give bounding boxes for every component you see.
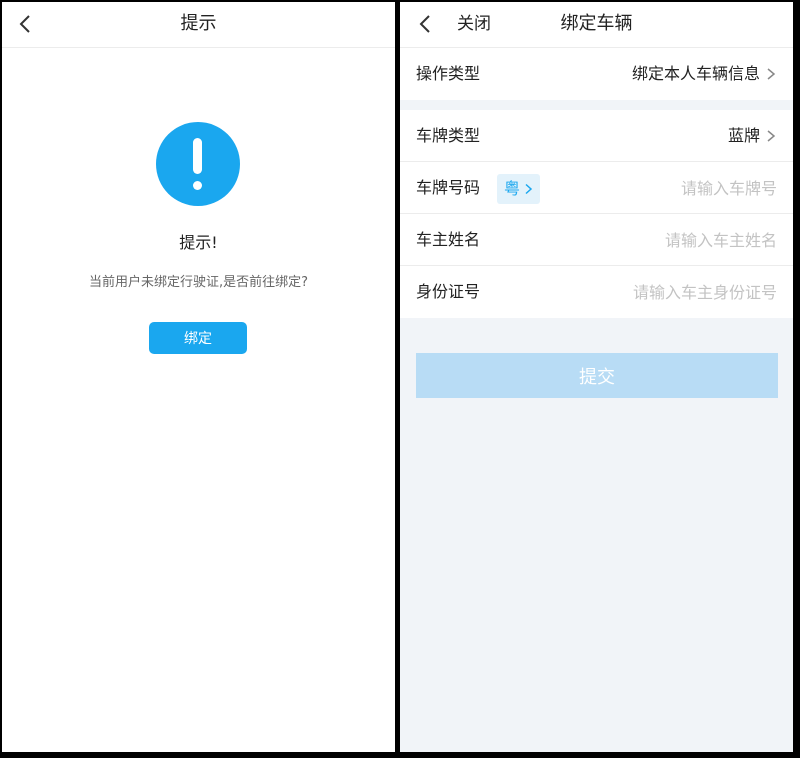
operation-type-value: 绑定本人车辆信息 xyxy=(631,64,760,83)
plate-type-label: 车牌类型 xyxy=(416,126,481,145)
id-number-row: 身份证号 xyxy=(400,266,793,318)
plate-number-row: 车牌号码 粤 xyxy=(400,162,793,214)
plate-type-row[interactable]: 车牌类型 蓝牌 xyxy=(400,110,793,162)
exclamation-icon xyxy=(156,122,240,206)
province-value: 粤 xyxy=(504,179,521,198)
province-selector[interactable]: 粤 xyxy=(497,174,540,204)
plate-number-label: 车牌号码 xyxy=(416,178,481,197)
id-number-input[interactable] xyxy=(537,276,777,308)
operation-type-label: 操作类型 xyxy=(416,64,481,83)
operation-type-row[interactable]: 操作类型 绑定本人车辆信息 xyxy=(400,48,793,100)
operation-group: 操作类型 绑定本人车辆信息 xyxy=(400,48,793,100)
page-title: 提示 xyxy=(180,13,217,34)
alert-title: 提示! xyxy=(179,233,218,252)
owner-name-row: 车主姓名 xyxy=(400,214,793,266)
submit-button[interactable]: 提交 xyxy=(416,353,778,398)
plate-number-input[interactable] xyxy=(607,172,777,204)
chevron-right-icon xyxy=(524,183,533,195)
bind-button[interactable]: 绑定 xyxy=(149,322,247,354)
bind-vehicle-screen: 关闭 绑定车辆 操作类型 绑定本人车辆信息 车牌类型 蓝牌 车牌号码 粤 请输入… xyxy=(400,2,793,752)
chevron-right-icon xyxy=(765,129,777,143)
back-icon[interactable] xyxy=(12,10,40,38)
prompt-screen: 提示 提示! 当前用户未绑定行驶证,是否前往绑定? 绑定 xyxy=(2,2,395,752)
owner-name-input[interactable] xyxy=(577,224,777,256)
navbar: 提示 xyxy=(2,2,395,48)
chevron-right-icon xyxy=(765,67,777,81)
close-button[interactable]: 关闭 xyxy=(457,2,491,48)
alert-message: 当前用户未绑定行驶证,是否前往绑定? xyxy=(88,275,309,290)
vehicle-info-group: 车牌类型 蓝牌 车牌号码 粤 车主姓名 身份证号 xyxy=(400,110,793,318)
navbar: 关闭 绑定车辆 xyxy=(400,2,793,48)
plate-type-value: 蓝牌 xyxy=(727,126,760,145)
owner-name-label: 车主姓名 xyxy=(416,230,481,249)
id-number-label: 身份证号 xyxy=(416,282,481,301)
back-icon[interactable] xyxy=(412,10,440,38)
